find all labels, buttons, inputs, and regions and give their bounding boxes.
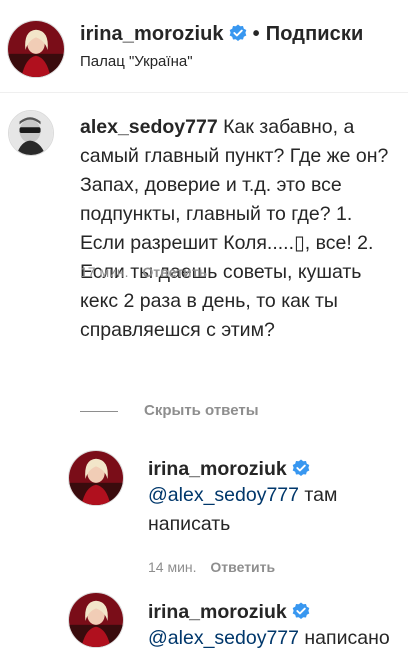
header-divider [0,92,408,93]
comment-username[interactable]: alex_sedoy777 [80,116,218,138]
mention-link[interactable]: @alex_sedoy777 [148,484,299,506]
separator-dot: • [252,23,260,45]
hide-replies-line [80,410,118,412]
avatar[interactable] [68,450,124,506]
mention-link[interactable]: @alex_sedoy777 [148,627,299,649]
reply-button[interactable]: Ответить [142,264,207,280]
hide-replies-button[interactable]: Скрыть ответы [80,402,259,419]
following-button[interactable]: Подписки [266,23,364,45]
comment-time[interactable]: 17 мин. [80,264,129,280]
header-username[interactable]: irina_moroziuk [80,23,224,45]
comment-meta: 17 мин. Ответить [80,264,207,280]
avatar[interactable] [7,20,65,78]
reply-button[interactable]: Ответить [210,559,275,575]
comment-text: alex_sedoy777 Как забавно, а самый главн… [80,113,400,345]
profile-photo-irina [8,21,64,77]
reply-body: написано [298,627,390,649]
profile-photo-alex [9,111,53,155]
comment-body: Как забавно, а самый главный пункт? Где … [80,116,389,341]
hide-replies-label: Скрыть ответы [144,402,259,419]
profile-photo-irina [69,451,123,505]
verified-badge-icon [229,24,247,48]
reply-text: @alex_sedoy777 написано [148,624,403,653]
verified-badge-icon [292,459,310,483]
profile-photo-irina [69,593,123,647]
reply-text: @alex_sedoy777 там написать [148,481,403,539]
reply-meta: 14 мин. Ответить [148,559,275,575]
avatar[interactable] [8,110,54,156]
reply-username[interactable]: irina_moroziuk [148,601,287,623]
reply-time[interactable]: 14 мин. [148,559,197,575]
post-location[interactable]: Палац "Україна" [80,53,193,70]
post-header: irina_moroziuk • Подписки Палац "Україна" [0,0,408,92]
verified-badge-icon [292,602,310,626]
reply-username[interactable]: irina_moroziuk [148,458,287,480]
avatar[interactable] [68,592,124,648]
